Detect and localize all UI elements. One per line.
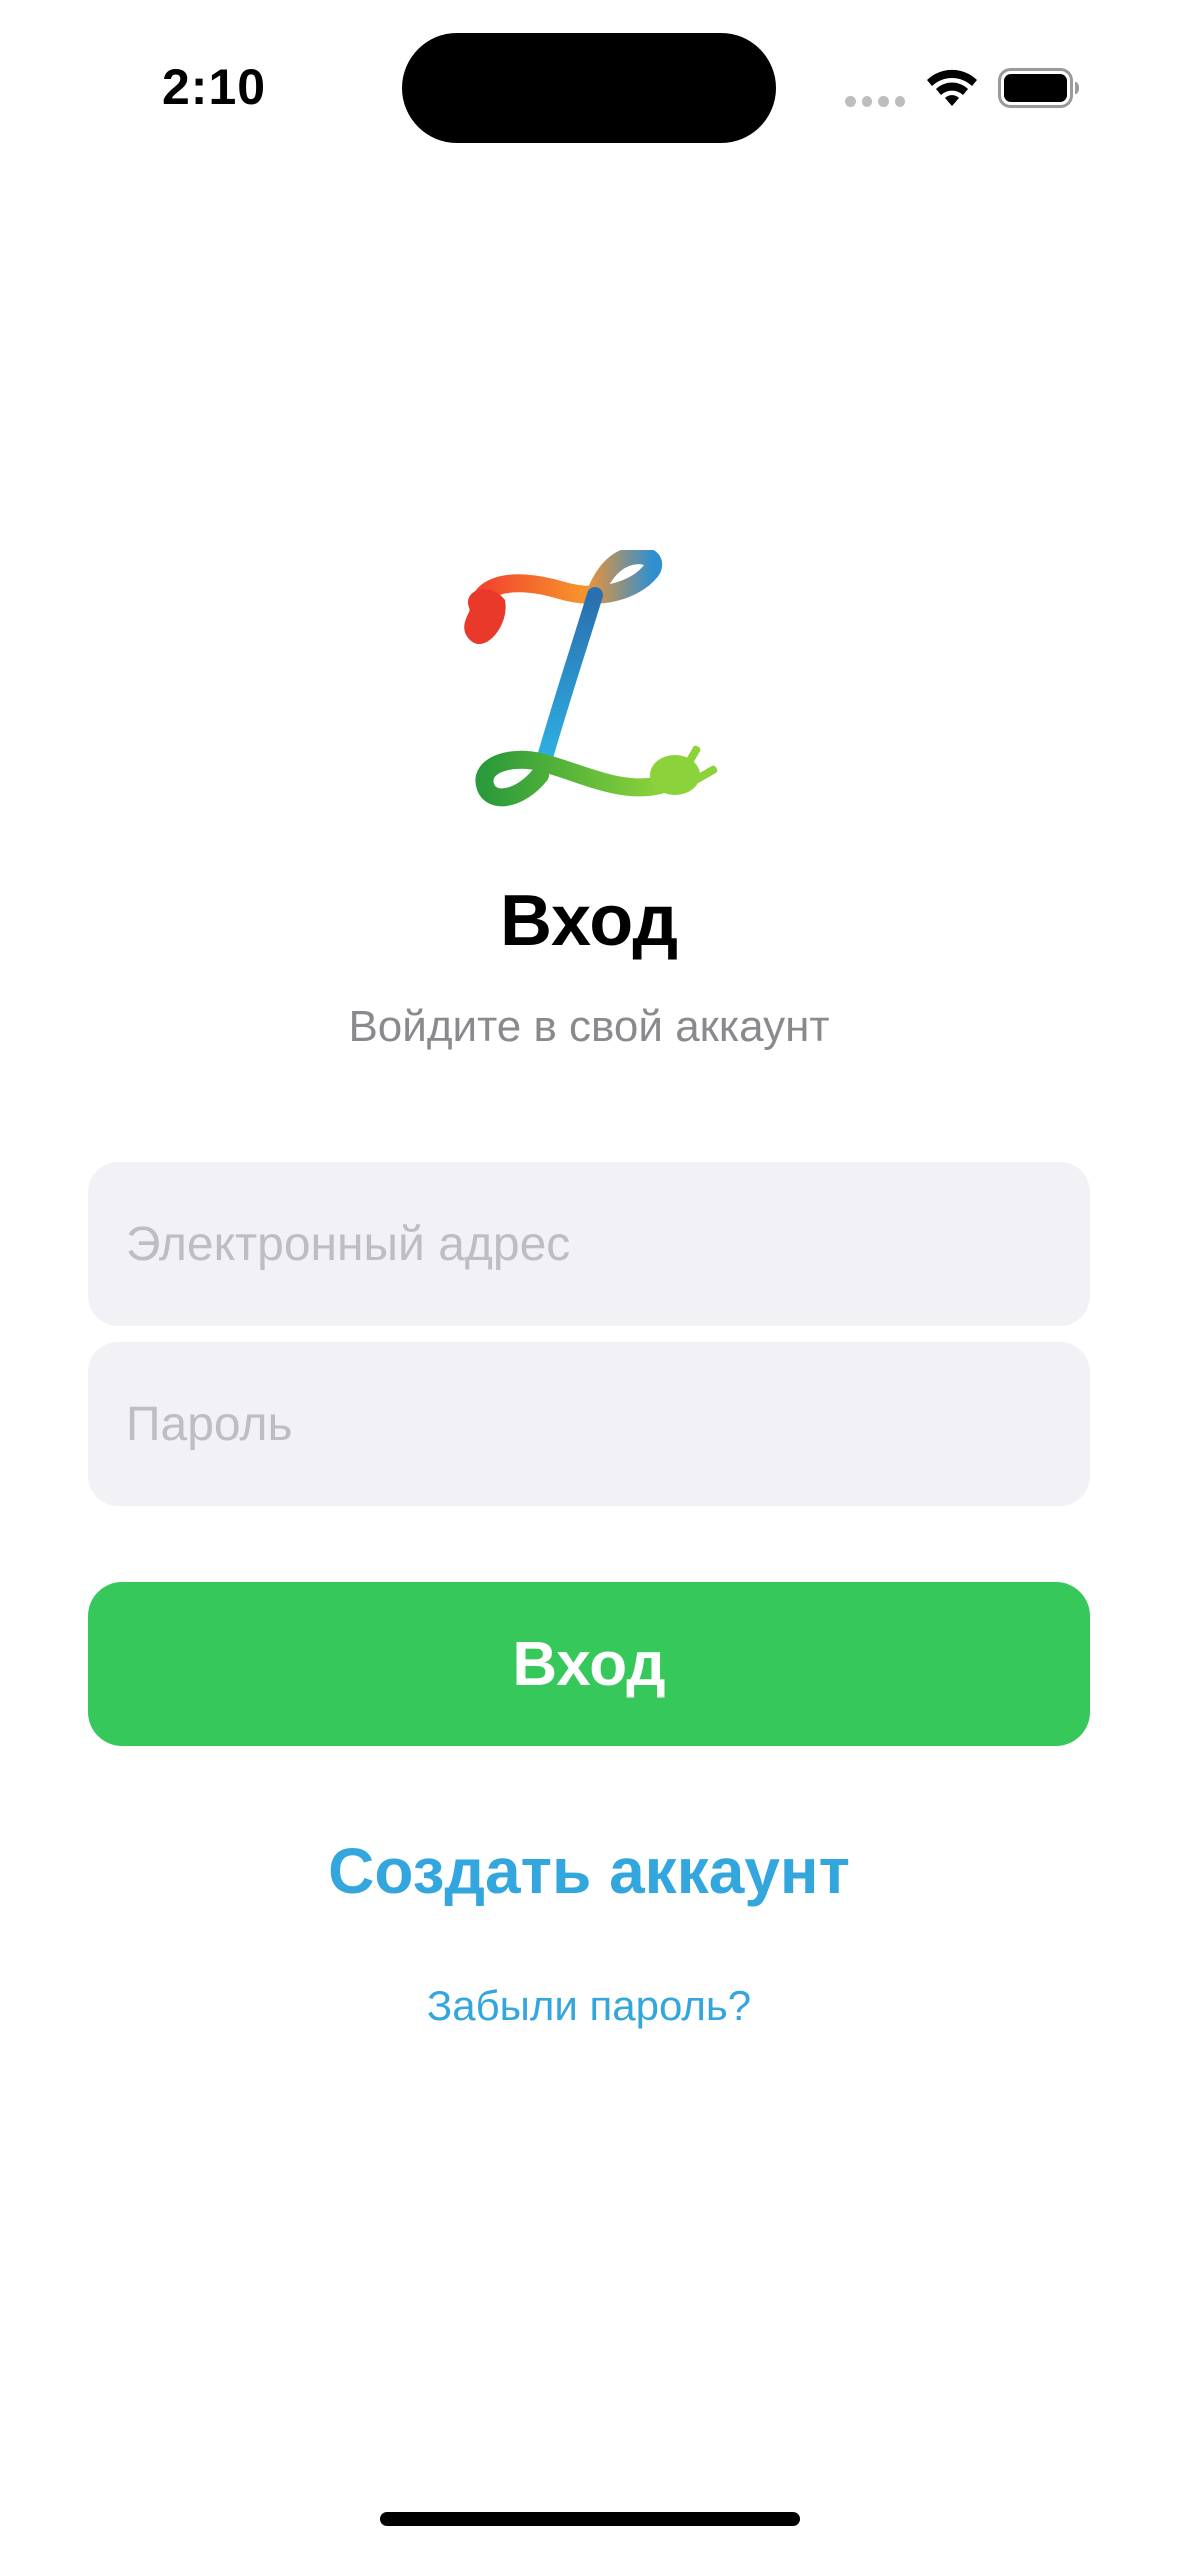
page-title: Вход [499, 881, 679, 961]
email-field[interactable] [88, 1162, 1090, 1326]
wifi-icon [927, 69, 977, 106]
password-field[interactable] [88, 1342, 1090, 1506]
create-account-link[interactable]: Создать аккаунт [0, 1834, 1178, 1908]
forgot-password-link[interactable]: Забыли пароль? [0, 1982, 1178, 2030]
page-subtitle: Войдите в свой аккаунт [348, 1002, 830, 1051]
status-time: 2:10 [162, 59, 267, 115]
cellular-signal-icon [845, 95, 905, 107]
home-indicator [380, 2512, 800, 2526]
app-logo-icon [464, 550, 718, 807]
dynamic-island [402, 33, 776, 143]
login-button[interactable]: Вход [88, 1582, 1090, 1746]
battery-icon [998, 68, 1079, 108]
